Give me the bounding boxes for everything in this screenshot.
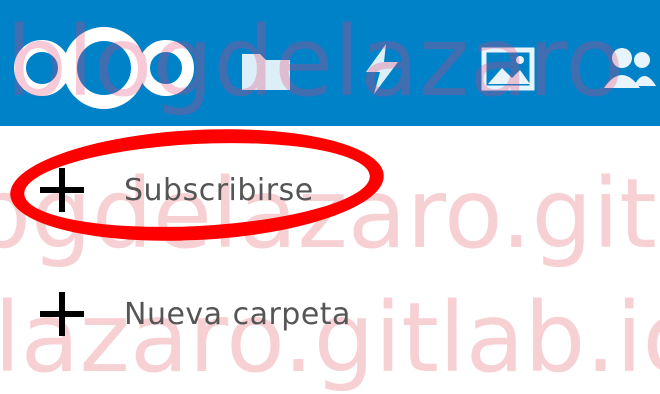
top-header-bar [0,0,660,126]
nextcloud-logo-icon[interactable] [0,22,200,112]
menu-item-subscribe[interactable]: Subscribirse [0,150,420,230]
menu-item-label: Nueva carpeta [124,296,351,332]
activity-lightning-icon[interactable] [352,38,412,98]
menu-item-label: Subscribirse [124,172,314,208]
menu-item-new-folder[interactable]: Nueva carpeta [0,274,420,354]
plus-icon [40,168,84,212]
gallery-image-icon[interactable] [478,38,538,98]
files-folder-icon[interactable] [236,38,296,98]
contacts-icon[interactable] [598,38,658,98]
plus-icon [40,292,84,336]
